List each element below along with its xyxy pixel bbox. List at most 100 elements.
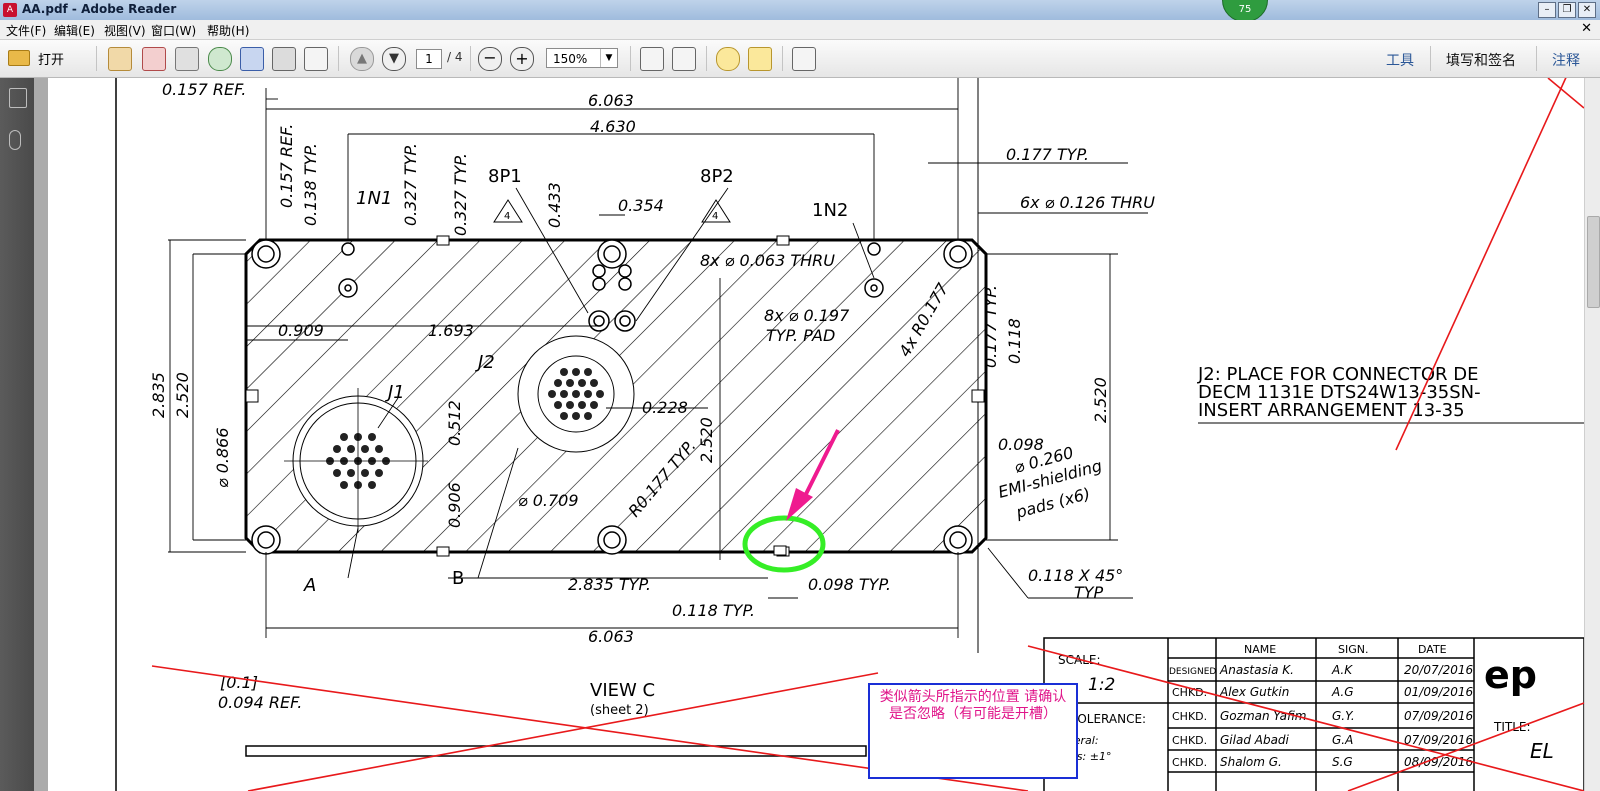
dim-0177-typ-v: 0.177 TYP. [981,285,1000,368]
row1-name: Anastasia K. [1219,663,1294,677]
menu-view[interactable]: 视图(V) [104,22,146,39]
fill-sign-tab[interactable]: 填写和签名 [1446,50,1516,70]
zoom-out-icon[interactable]: − [478,47,502,71]
toolbar-separator [706,46,707,71]
row4-date: 07/09/2016 [1404,733,1474,747]
toolbar: 打开 ▲ ▼ 1 / 4 − + 150% ▼ 工具 填写和签名 注释 [0,40,1600,78]
email-icon[interactable] [304,47,328,71]
title-label: TITLE: [1493,720,1531,734]
menu-help[interactable]: 帮助(H) [207,22,249,39]
navigation-pane [0,78,34,791]
menu-file[interactable]: 文件(F) [6,22,46,39]
pdf-page: 0.157 REF. 6.063 4.630 0.157 REF. 0.138 … [48,78,1584,791]
tolerance-label: TOLERANCE: [1069,712,1146,726]
dim-0354: 0.354 [618,196,664,215]
upload-cloud-icon[interactable] [208,47,232,71]
dim-0906: 0.906 [445,482,464,528]
tri-label-1: 4 [504,211,510,222]
attachments-paperclip-icon[interactable] [9,130,21,150]
comment-bubble-icon[interactable] [716,47,740,71]
tools-tab[interactable]: 工具 [1386,50,1414,70]
window-controls: – ❐ ✕ [1538,2,1596,18]
dim-0098-typ: 0.098 TYP. [808,575,891,594]
edit-icon[interactable] [175,47,199,71]
dim-0327-a: 0.327 TYP. [401,143,420,226]
row3-sign: G.Y. [1332,709,1355,723]
row3-role: CHKD. [1172,710,1207,723]
page-number-input[interactable]: 1 [416,49,442,69]
save-icon[interactable] [240,47,264,71]
zoom-in-icon[interactable]: + [510,47,534,71]
vertical-scrollbar[interactable] [1584,78,1600,791]
dim-0433: 0.433 [545,182,564,228]
dim-4630: 4.630 [590,117,636,136]
title-bar: A AA.pdf - Adobe Reader 75 – ❐ ✕ [0,0,1600,22]
connector-notes: J2: PLACE FOR CONNECTOR DE DECM 1131E DT… [1197,364,1481,421]
dim-0126-thru: 6x ⌀ 0.126 THRU [1020,193,1155,212]
zoom-value: 150% [553,52,588,66]
open-button[interactable]: 打开 [8,47,64,69]
dim-2520-center: 2.520 [697,417,716,463]
minimize-icon[interactable]: – [1538,2,1556,18]
menu-window[interactable]: 窗口(W) [151,22,196,39]
page-thumbnails-icon[interactable] [9,88,27,108]
dim-0118-typ: 0.118 TYP. [672,601,755,620]
document-view[interactable]: 0.157 REF. 6.063 4.630 0.157 REF. 0.138 … [34,78,1584,791]
document-close-icon[interactable]: ✕ [1581,21,1592,36]
dim-0709: ⌀ 0.709 [518,491,579,510]
zoom-select[interactable]: 150% ▼ [546,48,618,68]
label-8p2: 8P2 [700,166,734,187]
combine-files-icon[interactable] [142,47,166,71]
dim-0063-thru: 8x ⌀ 0.063 THRU [700,251,835,270]
header-name: NAME [1244,643,1276,656]
close-icon[interactable]: ✕ [1578,2,1596,18]
row5-sign: S.G [1332,755,1353,769]
menu-edit[interactable]: 编辑(E) [54,22,95,39]
dim-0512: 0.512 [445,400,464,446]
dim-0138: 0.138 TYP. [301,143,320,226]
fit-page-icon[interactable] [640,47,664,71]
dim-ref-0157-v: 0.157 REF. [277,124,296,208]
header-date: DATE [1418,643,1447,656]
row3-date: 07/09/2016 [1404,709,1474,723]
adobe-reader-icon: A [3,3,17,17]
dim-2520: 2.520 [173,372,192,418]
dim-ref-0094: 0.094 REF. [218,693,302,712]
window-title: AA.pdf - Adobe Reader [22,2,177,16]
comment-tab[interactable]: 注释 [1552,50,1580,70]
dim-2835-typ: 2.835 TYP. [568,575,651,594]
comment-note[interactable]: 类似箭头所指示的位置 请确认是否忽略（有可能是开槽） [868,683,1078,779]
create-pdf-icon[interactable] [108,47,132,71]
chevron-down-icon: ▼ [600,49,617,67]
scale-value: 1:2 [1088,675,1115,695]
fullscreen-icon[interactable] [792,47,816,71]
dim-0866: ⌀ 0.866 [213,427,232,488]
previous-page-icon[interactable]: ▲ [350,47,374,71]
label-b: B [452,568,464,589]
row4-role: CHKD. [1172,734,1207,747]
row2-date: 01/09/2016 [1404,685,1474,699]
dim-6063-bottom: 6.063 [588,627,634,646]
print-icon[interactable] [272,47,296,71]
folder-icon [8,50,30,66]
label-1n2: 1N2 [812,200,848,221]
label-1n1: 1N1 [356,188,392,209]
dim-0177-typ: 0.177 TYP. [1006,145,1089,164]
highlight-icon[interactable] [748,47,772,71]
row5-role: CHKD. [1172,756,1207,769]
dim-0909: 0.909 [278,321,324,340]
toolbar-separator [1536,46,1537,71]
dim-0228: 0.228 [642,398,688,417]
fit-width-icon[interactable] [672,47,696,71]
scrollbar-thumb[interactable] [1587,216,1600,308]
notification-badge[interactable]: 75 [1222,0,1268,22]
next-page-icon[interactable]: ▼ [382,47,406,71]
restore-icon[interactable]: ❐ [1558,2,1576,18]
toolbar-separator [338,46,339,71]
dim-0327-b: 0.327 TYP. [451,153,470,236]
technical-drawing: 0.157 REF. 6.063 4.630 0.157 REF. 0.138 … [115,78,1584,791]
open-label: 打开 [38,52,65,68]
toolbar-separator [782,46,783,71]
tri-label-2: 4 [712,211,718,222]
toolbar-separator [96,46,97,71]
